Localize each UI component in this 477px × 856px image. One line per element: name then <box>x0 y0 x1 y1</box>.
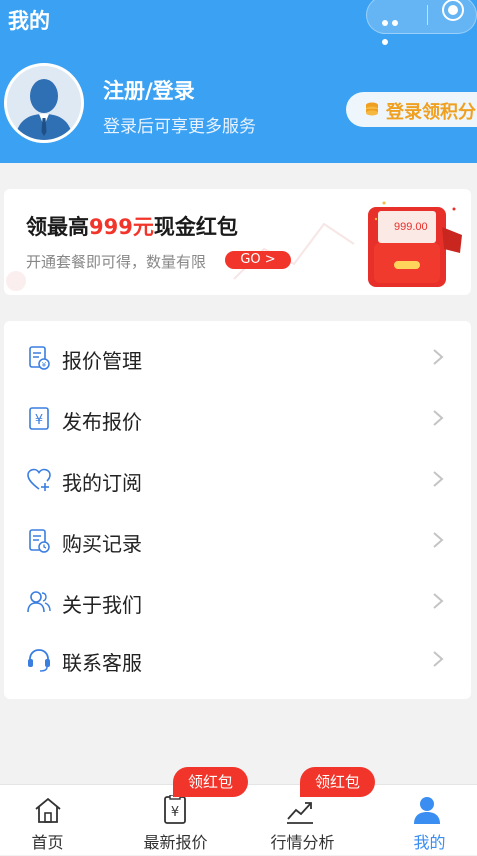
tab-home[interactable]: 首页 <box>0 785 119 856</box>
svg-text:¥: ¥ <box>171 805 179 820</box>
svg-text:¥: ¥ <box>35 413 43 428</box>
latest-quote-icon: ¥ <box>164 795 186 824</box>
customer-service-icon <box>28 649 50 672</box>
tab-label: 首页 <box>31 833 64 852</box>
chevron-right-icon <box>433 593 444 609</box>
envelope-amount: 999.00 <box>394 221 428 233</box>
purchase-record-icon <box>29 529 50 553</box>
chevron-right-icon <box>433 349 444 365</box>
red-packet-badge[interactable]: 领红包 <box>300 767 375 797</box>
default-avatar-icon <box>7 66 81 140</box>
chevron-right-icon <box>433 410 444 426</box>
miniprogram-capsule <box>366 0 477 45</box>
menu-item-about-us[interactable]: 关于我们 <box>4 571 471 631</box>
banner-amount: 999元 <box>89 215 154 239</box>
banner-title: 领最高999元现金红包 <box>26 211 238 241</box>
quote-management-icon: ¥ <box>29 346 50 370</box>
page-title: 我的 <box>8 9 50 33</box>
profile-icon <box>414 797 440 824</box>
go-button[interactable]: GO > <box>225 251 291 269</box>
menu-item-label: 我的订阅 <box>62 471 142 495</box>
about-us-icon <box>27 591 51 613</box>
settings-menu: ¥ 报价管理 ¥ 发布报价 我的订阅 购买记录 关于我们 联系客服 <box>4 321 471 699</box>
menu-item-purchase-record[interactable]: 购买记录 <box>4 510 471 570</box>
tab-profile[interactable]: 我的 <box>368 785 477 856</box>
menu-item-my-subscription[interactable]: 我的订阅 <box>4 449 471 509</box>
menu-item-customer-service[interactable]: 联系客服 <box>4 629 471 689</box>
more-options-icon[interactable] <box>382 11 410 45</box>
tab-label: 行情分析 <box>270 833 335 852</box>
register-login-link[interactable]: 注册/登录 <box>103 75 195 105</box>
banner-title-prefix: 领最高 <box>26 215 89 239</box>
capsule-divider <box>427 5 428 25</box>
menu-item-label: 关于我们 <box>62 593 142 617</box>
close-miniprogram-icon[interactable] <box>442 0 464 21</box>
menu-item-publish-quote[interactable]: ¥ 发布报价 <box>4 388 471 448</box>
login-points-label: 登录领积分 <box>386 102 476 123</box>
menu-item-label: 联系客服 <box>62 651 142 675</box>
subscription-heart-icon <box>27 468 51 491</box>
profile-header: 我的 注册/登录 登录后可享更多服务 登录领积分 <box>0 0 477 163</box>
chevron-right-icon <box>433 532 444 548</box>
tab-label: 我的 <box>413 833 446 852</box>
banner-title-suffix: 现金红包 <box>153 215 238 239</box>
red-packet-banner[interactable]: 领最高999元现金红包 开通套餐即可得，数量有限 GO > 999.00 <box>4 189 471 295</box>
login-points-button[interactable]: 登录领积分 <box>346 92 477 127</box>
red-envelope-icon <box>368 201 462 287</box>
login-subtitle: 登录后可享更多服务 <box>103 117 256 137</box>
market-analysis-icon <box>287 802 313 824</box>
menu-item-label: 发布报价 <box>62 410 142 434</box>
banner-subtitle: 开通套餐即可得，数量有限 <box>26 253 207 271</box>
avatar[interactable] <box>4 63 84 143</box>
menu-item-label: 购买记录 <box>62 532 142 556</box>
red-packet-badge[interactable]: 领红包 <box>173 767 248 797</box>
chevron-right-icon <box>433 651 444 667</box>
coin-stack-icon <box>366 102 378 116</box>
tab-label: 最新报价 <box>143 833 208 852</box>
chevron-right-icon <box>433 471 444 487</box>
svg-text:¥: ¥ <box>42 361 47 369</box>
publish-quote-icon: ¥ <box>29 407 49 430</box>
menu-item-label: 报价管理 <box>62 349 142 373</box>
home-icon <box>35 797 61 823</box>
red-envelope-illustration: 999.00 <box>364 197 464 289</box>
menu-item-quote-management[interactable]: ¥ 报价管理 <box>4 327 471 387</box>
